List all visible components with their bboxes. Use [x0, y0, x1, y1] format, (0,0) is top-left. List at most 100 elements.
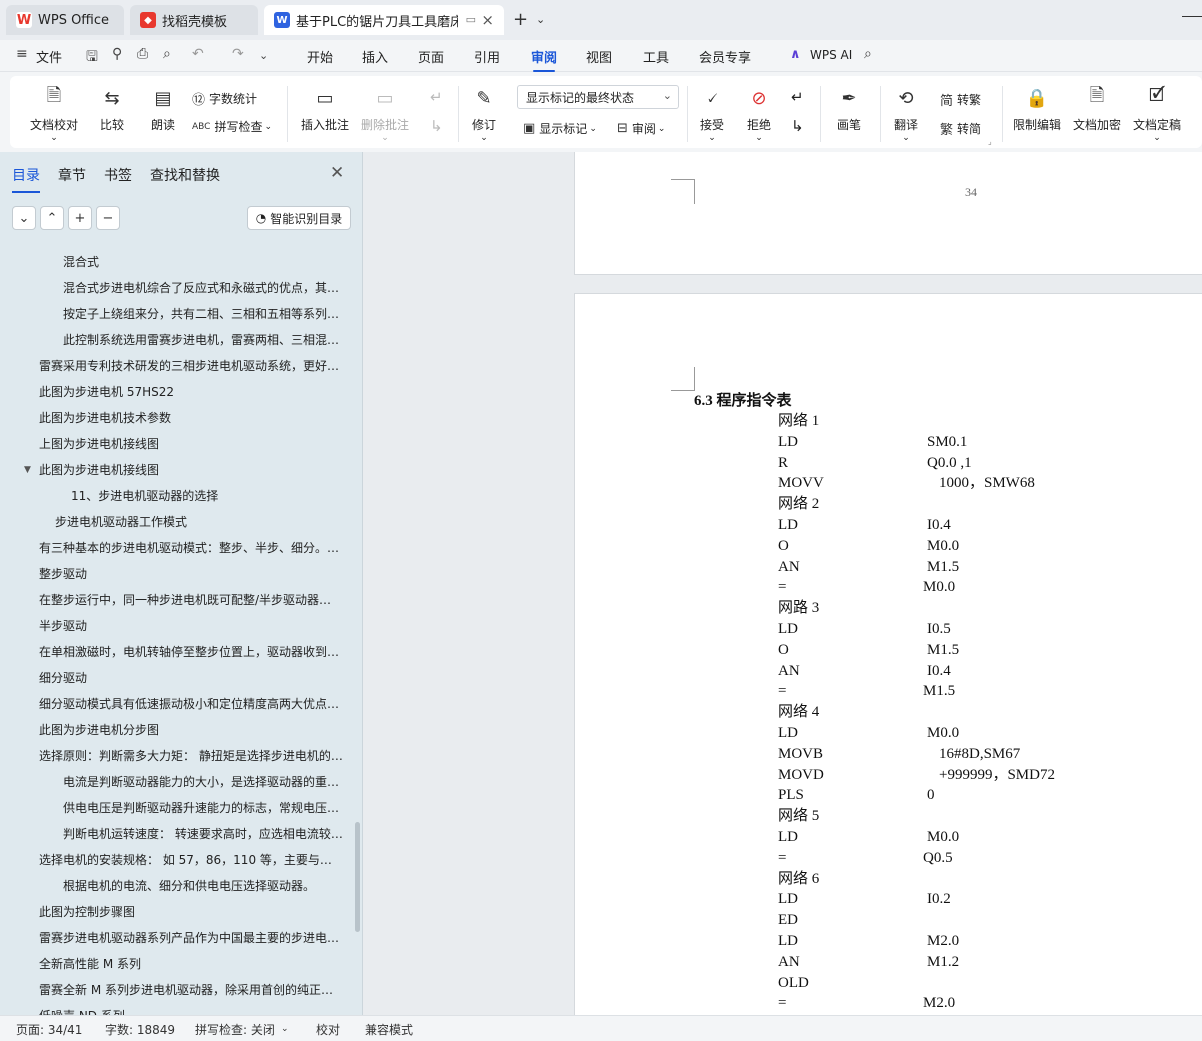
pen-button[interactable]: ✒ 画笔 [837, 86, 861, 133]
nav-tab-bookmarks[interactable]: 书签 [104, 165, 132, 185]
tab-wps-office[interactable]: W WPS Office [6, 5, 124, 35]
wps-ai-button[interactable]: WPS AI [810, 48, 852, 62]
toc-item[interactable]: 混合式 [63, 252, 343, 272]
search-icon[interactable]: ⌕ [864, 46, 872, 62]
show-markup-button[interactable]: ▣ 显示标记 ⌄ [523, 120, 597, 137]
menu-tab-insert[interactable]: 插入 [362, 47, 388, 66]
monitor-icon[interactable]: ▭ [466, 13, 476, 26]
menu-tab-member[interactable]: 会员专享 [699, 47, 751, 66]
toc-item[interactable]: 雷赛全新 M 系列步进电机驱动器，除采用首创的纯正弦电流控制 [39, 980, 343, 1000]
document-page-current[interactable]: 6.3 程序指令表 网络 1 LD SM0.1 R Q0.0 ,1 MOVV 1000，SM… [574, 293, 1202, 1015]
translate-button[interactable]: ⟲ 翻译 ⌄ [894, 86, 918, 144]
toc-item[interactable]: 选择电机的安装规格： 如 57，86，110 等，主要与力矩要求有关 [39, 850, 343, 870]
expand-down-button[interactable]: ⌄ [12, 206, 36, 230]
toc-item[interactable]: 全新高性能 M 系列 [39, 954, 343, 974]
compare-button[interactable]: ⇆ 比较 [100, 86, 124, 133]
reject-button[interactable]: ⊘ 拒绝 ⌄ [747, 86, 771, 144]
remove-heading-button[interactable]: − [96, 206, 120, 230]
close-icon[interactable]: ✕ [330, 163, 344, 183]
toc-item[interactable]: 细分驱动 [39, 668, 343, 688]
toc-item[interactable]: 上图为步进电机接线图 [39, 434, 343, 454]
read-aloud-button[interactable]: ▤ 朗读 [151, 86, 175, 133]
toc-item[interactable]: 雷赛步进电机驱动器系列产品作为中国最主要的步进电机驱动器 [39, 928, 343, 948]
collapse-up-button[interactable]: ⌃ [40, 206, 64, 230]
quick-access-more-icon[interactable]: ⌄ [259, 49, 268, 62]
toc-item[interactable]: 根据电机的电流、细分和供电电压选择驱动器。 [63, 876, 343, 896]
toc-item[interactable]: 混合式步进电机综合了反应式和永磁式的优点，其定子上有多相绕组 [63, 278, 343, 298]
nav-tab-find-replace[interactable]: 查找和替换 [150, 165, 220, 185]
toc-item[interactable]: 在单相激磁时，电机转轴停至整步位置上，驱动器收到下一脉冲后 [39, 642, 343, 662]
accept-button[interactable]: 🗸 接受 ⌄ [700, 86, 724, 144]
toc-item[interactable]: 此图为步进电机分步图 [39, 720, 343, 740]
page-indicator[interactable]: 页面: 34/41 [16, 1021, 82, 1038]
toc-item[interactable]: 雷赛采用专利技术研发的三相步进电机驱动系统，更好的性能 [39, 356, 343, 376]
toc-item[interactable]: 整步驱动 [39, 564, 343, 584]
restrict-edit-button[interactable]: 🔒 限制编辑 [1013, 86, 1061, 133]
spell-check-status[interactable]: 拼写检查: 关闭 [195, 1021, 275, 1038]
previous-comment-icon[interactable]: ↵ [430, 88, 443, 106]
smart-toc-button[interactable]: ◔ 智能识别目录 [247, 206, 351, 230]
doc-check-button[interactable]: 🗎 文档校对 ⌄ [30, 85, 78, 143]
close-tab-icon[interactable]: × [481, 11, 494, 29]
toc-item[interactable]: 电流是判断驱动器能力的大小，是选择驱动器的重要指标之一 [63, 772, 343, 792]
finalize-button[interactable]: 🗹 文档定稿 ⌄ [1133, 85, 1181, 143]
chevron-down-icon[interactable]: ⌄ [281, 1024, 289, 1034]
toc-item[interactable]: 按定子上绕组来分，共有二相、三相和五相等系列。最受欢迎的是两相 [63, 304, 343, 324]
toc-item[interactable]: 选择原则：判断需多大力矩： 静扭矩是选择步进电机的主要参数之一 [39, 746, 343, 766]
to-traditional-button[interactable]: 简 转繁 [940, 90, 981, 109]
nav-tab-chapters[interactable]: 章节 [58, 165, 86, 185]
toc-item[interactable]: 此控制系统选用雷赛步进电机，雷赛两相、三相混合式步进电机 [63, 330, 343, 350]
hamburger-menu-icon[interactable]: ≡ [16, 46, 28, 62]
toc-item[interactable]: 有三种基本的步进电机驱动模式：整步、半步、细分。其主要区别 [39, 538, 343, 558]
toc-item[interactable]: 11、步进电机驱动器的选择 [71, 486, 343, 506]
toc-item[interactable]: 供电电压是判断驱动器升速能力的标志，常规电压供电有：24VDC [63, 798, 343, 818]
nav-scrollbar[interactable] [355, 822, 360, 932]
add-heading-button[interactable]: + [68, 206, 92, 230]
toc-item[interactable]: 此图为步进电机接线图 [39, 460, 343, 480]
spell-check-button[interactable]: ABC 拼写检查 ⌄ [192, 118, 272, 135]
print-preview-icon[interactable]: ⌕ [163, 46, 171, 62]
toc-item[interactable]: 判断电机运转速度： 转速要求高时，应选相电流较大的电机 [63, 824, 343, 844]
next-comment-icon[interactable]: ↳ [430, 117, 443, 135]
toc-item[interactable]: 此图为步进电机技术参数 [39, 408, 343, 428]
menu-file[interactable]: 文件 [36, 47, 62, 66]
markup-state-select[interactable]: 显示标记的最终状态 ⌄ [517, 85, 679, 109]
word-count-button[interactable]: ⑫ 字数统计 [192, 89, 257, 108]
menu-tab-page[interactable]: 页面 [418, 47, 444, 66]
toc-item[interactable]: 在整步运行中，同一种步进电机既可配整/半步驱动器也可配细分驱动器 [39, 590, 343, 610]
print-icon[interactable]: ⎙ [137, 46, 148, 62]
delete-comment-button[interactable]: ▭ 删除批注 ⌄ [361, 86, 409, 144]
menu-tab-view[interactable]: 视图 [586, 47, 612, 66]
word-count-indicator[interactable]: 字数: 18849 [105, 1021, 175, 1038]
toc-item[interactable]: 步进电机驱动器工作模式 [55, 512, 343, 532]
menu-tab-tools[interactable]: 工具 [643, 47, 669, 66]
review-pane-button[interactable]: ⊟ 审阅 ⌄ [617, 120, 665, 137]
insert-comment-button[interactable]: ▭ 插入批注 [301, 86, 349, 133]
toc-item[interactable]: 此图为步进电机 57HS22 [39, 382, 343, 402]
toc-item[interactable]: 此图为控制步骤图 [39, 902, 343, 922]
nav-tab-toc[interactable]: 目录 [12, 165, 40, 193]
menu-tab-review[interactable]: 审阅 [531, 47, 557, 72]
next-change-icon[interactable]: ↳ [791, 117, 804, 135]
expand-group-icon[interactable]: ⌟ [988, 137, 992, 146]
collapse-caret-icon[interactable]: ▼ [24, 465, 31, 475]
encrypt-button[interactable]: 🗎 文档加密 [1073, 85, 1121, 133]
menu-tab-start[interactable]: 开始 [307, 47, 333, 66]
menu-tab-references[interactable]: 引用 [474, 47, 500, 66]
tab-docer-templates[interactable]: ◆ 找稻壳模板 [130, 5, 258, 35]
toc-item[interactable]: 半步驱动 [39, 616, 343, 636]
previous-change-icon[interactable]: ↵ [791, 88, 804, 106]
undo-icon[interactable]: ↶ [192, 46, 204, 62]
redo-icon[interactable]: ↷ [232, 46, 244, 62]
save-icon[interactable]: 🖫 [86, 46, 98, 70]
toc-item[interactable]: 细分驱动模式具有低速振动极小和定位精度高两大优点。对于有时 [39, 694, 343, 714]
toc-item[interactable]: 低噪声 ND 系列 [39, 1006, 343, 1015]
minimize-button[interactable] [1182, 5, 1202, 17]
to-simplified-button[interactable]: 繁 转简 [940, 119, 981, 138]
proofread-status[interactable]: 校对 [316, 1021, 340, 1038]
track-changes-button[interactable]: ✎ 修订 ⌄ [472, 86, 496, 144]
chevron-down-icon[interactable]: ⌄ [536, 13, 545, 26]
tab-current-document[interactable]: W 基于PLC的锯片刀具工具磨床控 ▭ × [264, 5, 504, 35]
new-tab-button[interactable]: + [513, 9, 528, 30]
share-icon[interactable]: ⚲ [112, 46, 122, 62]
